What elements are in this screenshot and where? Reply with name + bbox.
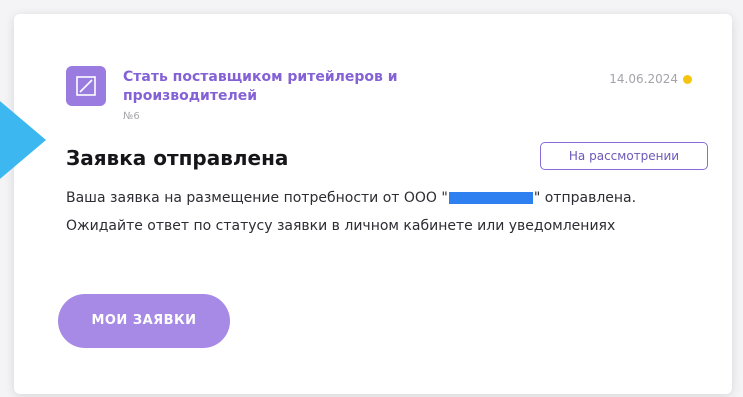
- service-number: №6: [123, 111, 140, 122]
- status-dot-icon: [683, 75, 692, 84]
- date-label: 14.06.2024: [609, 72, 678, 86]
- my-requests-button[interactable]: МОИ ЗАЯВКИ: [58, 294, 230, 348]
- service-title[interactable]: Стать поставщиком ритейлеров и производи…: [123, 68, 453, 106]
- notification-card: Стать поставщиком ритейлеров и производи…: [14, 14, 732, 394]
- screen: Стать поставщиком ритейлеров и производи…: [0, 0, 743, 397]
- redacted-company-name: [448, 192, 533, 204]
- pointer-arrow: [0, 96, 46, 184]
- service-icon: [66, 66, 106, 106]
- message-text: Ваша заявка на размещение потребности от…: [66, 184, 716, 240]
- card-heading: Заявка отправлена: [66, 146, 289, 170]
- message-part-1: Ваша заявка на размещение потребности от…: [66, 190, 448, 206]
- status-badge: На рассмотрении: [540, 142, 708, 170]
- card-header: Стать поставщиком ритейлеров и производи…: [66, 66, 712, 126]
